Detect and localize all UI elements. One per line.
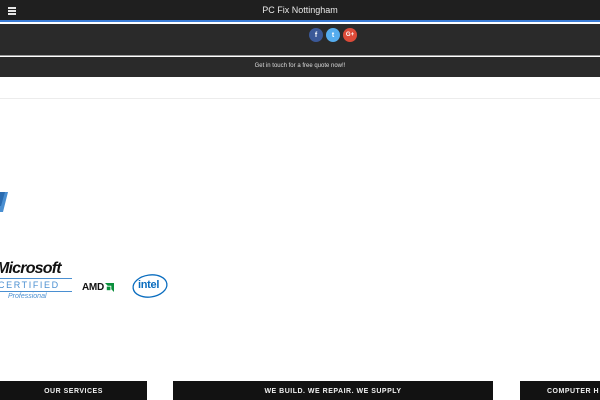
our-services-tile[interactable]: OUR SERVICES xyxy=(0,381,147,400)
top-navbar: PC Fix Nottingham xyxy=(0,0,600,22)
quote-bar: Get in touch for a free quote now!! xyxy=(0,57,600,77)
hero-image-fragment xyxy=(0,192,8,212)
microsoft-wordmark: Microsoft xyxy=(0,260,62,277)
amd-wordmark: AMD xyxy=(82,281,104,293)
free-quote-link[interactable]: Get in touch for a free quote now!! xyxy=(0,63,600,69)
logo-rule xyxy=(0,278,72,279)
certified-text: CERTIFIED xyxy=(0,280,60,290)
social-links: f t G+ xyxy=(309,28,357,42)
social-band: f t G+ xyxy=(0,24,600,56)
tile-label: OUR SERVICES xyxy=(44,388,103,395)
intel-wordmark: intel xyxy=(138,279,160,291)
amd-arrow-icon xyxy=(104,282,114,292)
microsoft-certified-logo: Microsoft CERTIFIED Professional xyxy=(0,260,76,306)
tile-label: WE BUILD. WE REPAIR. WE SUPPLY xyxy=(264,388,402,395)
logo-rule xyxy=(0,291,72,292)
intel-logo: intel xyxy=(131,273,169,299)
section-divider xyxy=(0,98,600,99)
site-title[interactable]: PC Fix Nottingham xyxy=(0,5,600,15)
tile-label: COMPUTER H xyxy=(547,388,600,395)
twitter-icon[interactable]: t xyxy=(326,28,340,42)
facebook-icon[interactable]: f xyxy=(309,28,323,42)
computer-tile[interactable]: COMPUTER H xyxy=(520,381,600,400)
professional-text: Professional xyxy=(8,293,47,300)
amd-logo: AMD xyxy=(82,281,114,293)
google-plus-icon[interactable]: G+ xyxy=(343,28,357,42)
build-repair-supply-tile[interactable]: WE BUILD. WE REPAIR. WE SUPPLY xyxy=(173,381,493,400)
